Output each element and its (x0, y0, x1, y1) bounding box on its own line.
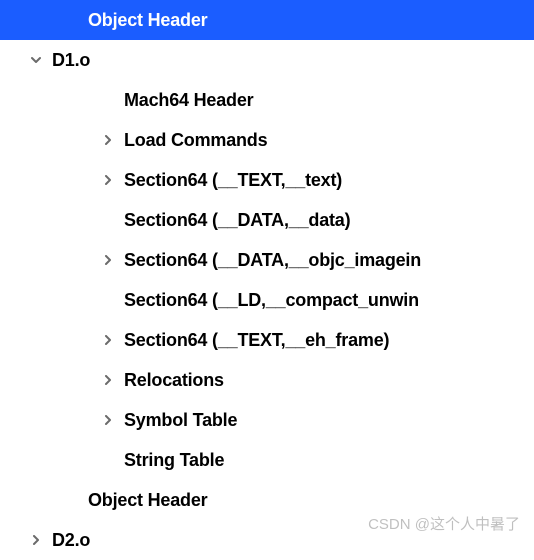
tree-row-label: D1.o (52, 50, 90, 71)
chevron-right-icon[interactable] (28, 532, 44, 548)
tree-row[interactable]: Object Header (0, 480, 534, 520)
tree-row[interactable]: Section64 (__TEXT,__eh_frame) (0, 320, 534, 360)
tree-row-label: Section64 (__TEXT,__eh_frame) (124, 330, 389, 351)
tree-row-label: Symbol Table (124, 410, 237, 431)
tree-row-label: Mach64 Header (124, 90, 253, 111)
tree-row[interactable]: Object Header (0, 0, 534, 40)
tree-row-label: Section64 (__LD,__compact_unwin (124, 290, 419, 311)
chevron-right-icon[interactable] (100, 412, 116, 428)
tree-row-label: String Table (124, 450, 224, 471)
tree-row-label: Section64 (__DATA,__objc_imagein (124, 250, 421, 271)
chevron-right-icon[interactable] (100, 332, 116, 348)
chevron-right-icon[interactable] (100, 132, 116, 148)
tree-row[interactable]: Mach64 Header (0, 80, 534, 120)
tree-row[interactable]: Section64 (__LD,__compact_unwin (0, 280, 534, 320)
tree-row-label: D2.o (52, 530, 90, 551)
tree-row-label: Object Header (88, 490, 207, 511)
tree-row[interactable]: Symbol Table (0, 400, 534, 440)
tree-view: Object Header D1.o Mach64 Header Load Comma… (0, 0, 534, 560)
tree-row[interactable]: Section64 (__DATA,__objc_imagein (0, 240, 534, 280)
tree-row[interactable]: Section64 (__DATA,__data) (0, 200, 534, 240)
chevron-right-icon[interactable] (100, 252, 116, 268)
tree-row-label: Load Commands (124, 130, 267, 151)
tree-row[interactable]: Relocations (0, 360, 534, 400)
tree-row[interactable]: D2.o (0, 520, 534, 560)
tree-row-label: Object Header (88, 10, 207, 31)
tree-row-label: Section64 (__TEXT,__text) (124, 170, 342, 191)
chevron-right-icon[interactable] (100, 372, 116, 388)
tree-row-label: Section64 (__DATA,__data) (124, 210, 350, 231)
tree-row-label: Relocations (124, 370, 224, 391)
tree-row[interactable]: String Table (0, 440, 534, 480)
tree-row[interactable]: D1.o (0, 40, 534, 80)
tree-row[interactable]: Load Commands (0, 120, 534, 160)
chevron-down-icon[interactable] (28, 52, 44, 68)
chevron-right-icon[interactable] (100, 172, 116, 188)
tree-row[interactable]: Section64 (__TEXT,__text) (0, 160, 534, 200)
